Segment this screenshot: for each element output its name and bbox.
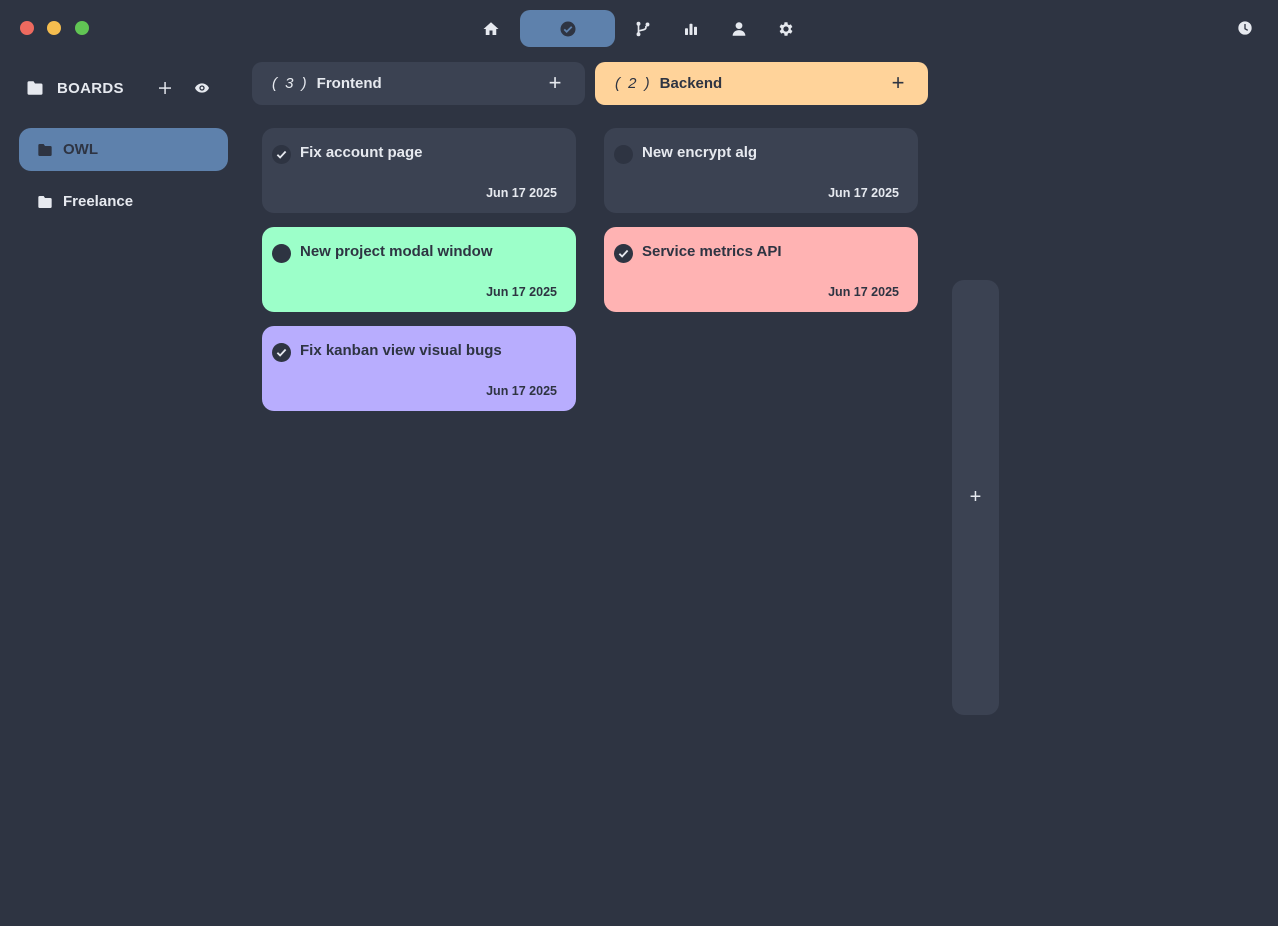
nav-profile-button[interactable] [717, 10, 761, 47]
git-branch-icon [636, 21, 650, 36]
boards-title: BOARDS [57, 79, 124, 97]
board-item-freelance[interactable]: Freelance [19, 180, 228, 223]
history-button[interactable] [1234, 17, 1256, 39]
eye-icon [195, 83, 209, 93]
folder-icon [38, 195, 52, 208]
card-title: New project modal window [300, 243, 493, 260]
folder-icon [38, 143, 52, 156]
window-maximize-button[interactable] [75, 21, 89, 35]
card-title: Fix kanban view visual bugs [300, 342, 502, 359]
done-checkbox[interactable] [272, 145, 291, 164]
column-count: ( 2 ) [615, 75, 652, 92]
board-label: OWL [63, 141, 98, 158]
column-title: Backend [659, 75, 723, 92]
add-card-button[interactable]: + [543, 70, 567, 95]
add-card-button[interactable]: + [886, 70, 910, 95]
user-icon [732, 21, 746, 36]
clock-icon [1238, 21, 1252, 35]
nav-stats-button[interactable] [669, 10, 713, 47]
task-card[interactable]: Fix account page Jun 17 2025 [262, 128, 576, 213]
home-icon [483, 21, 499, 35]
card-title: Fix account page [300, 144, 423, 161]
check-icon [276, 150, 287, 159]
plus-icon [159, 82, 171, 94]
card-date: Jun 17 2025 [486, 186, 557, 200]
task-card[interactable]: Fix kanban view visual bugs Jun 17 2025 [262, 326, 576, 411]
card-date: Jun 17 2025 [828, 285, 899, 299]
window-minimize-button[interactable] [47, 21, 61, 35]
check-icon [618, 249, 629, 258]
boards-header: BOARDS [26, 74, 124, 102]
add-column-button[interactable]: + [952, 280, 999, 715]
gear-icon [779, 21, 793, 36]
card-title: Service metrics API [642, 243, 782, 260]
window-close-button[interactable] [20, 21, 34, 35]
card-date: Jun 17 2025 [486, 285, 557, 299]
column-header-frontend[interactable]: ( 3 ) Frontend + [252, 62, 585, 105]
task-card[interactable]: New encrypt alg Jun 17 2025 [604, 128, 918, 213]
board-label: Freelance [63, 193, 134, 210]
done-checkbox[interactable] [614, 244, 633, 263]
task-card[interactable]: New project modal window Jun 17 2025 [262, 227, 576, 312]
done-checkbox[interactable] [272, 343, 291, 362]
check-circle-icon [560, 21, 575, 36]
nav-settings-button[interactable] [764, 10, 808, 47]
nav-tasks-button[interactable] [520, 10, 615, 47]
card-date: Jun 17 2025 [486, 384, 557, 398]
done-checkbox[interactable] [614, 145, 633, 164]
task-card[interactable]: Service metrics API Jun 17 2025 [604, 227, 918, 312]
board-item-owl[interactable]: OWL [19, 128, 228, 171]
done-checkbox[interactable] [272, 244, 291, 263]
bar-chart-icon [685, 23, 697, 35]
nav-branches-button[interactable] [621, 10, 665, 47]
nav-home-button[interactable] [469, 10, 513, 47]
column-header-backend[interactable]: ( 2 ) Backend + [595, 62, 928, 105]
folder-icon [27, 81, 43, 95]
toggle-visibility-button[interactable] [190, 76, 214, 100]
check-icon [276, 348, 287, 357]
column-title: Frontend [316, 75, 382, 92]
card-title: New encrypt alg [642, 144, 758, 161]
card-date: Jun 17 2025 [828, 186, 899, 200]
add-board-button[interactable] [153, 76, 177, 100]
column-count: ( 3 ) [272, 75, 309, 92]
